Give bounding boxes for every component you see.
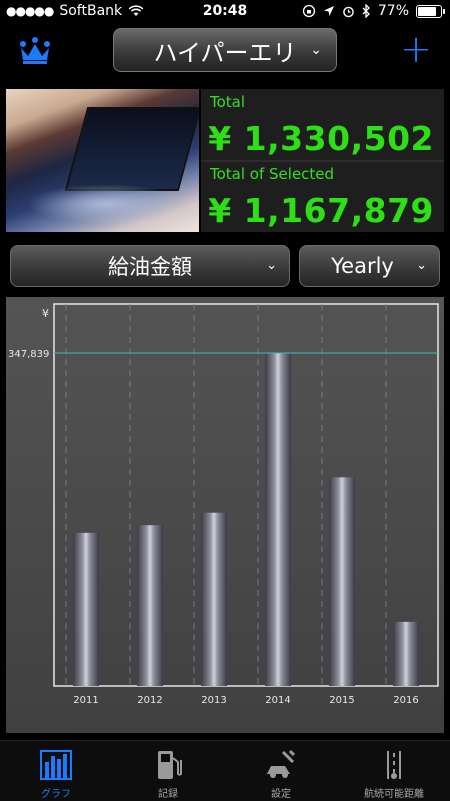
y-axis-label: ¥ xyxy=(42,307,49,320)
x-tick-label: 2011 xyxy=(73,695,98,706)
battery-percent: 77% xyxy=(377,3,409,19)
alarm-icon xyxy=(343,6,354,17)
bluetooth-icon xyxy=(362,4,370,18)
fuel-pump-icon xyxy=(158,751,182,779)
selected-label: Total of Selected xyxy=(210,165,335,183)
tab-bar: グラフ 記録 設定 航続可能距離 xyxy=(0,740,450,801)
metric-select[interactable]: 給油金額 ⌄ xyxy=(10,245,290,287)
status-right: 77% xyxy=(302,3,445,19)
bar-2016[interactable] xyxy=(393,621,419,686)
crown-icon[interactable] xyxy=(18,36,52,66)
x-tick-label: 2013 xyxy=(201,695,226,706)
tab-graph[interactable]: グラフ xyxy=(0,741,112,801)
bar-2013[interactable] xyxy=(201,512,227,686)
graph-icon xyxy=(40,750,72,780)
status-bar: ●●●●● SoftBank 20:48 77% xyxy=(0,0,450,24)
selected-value: ¥ 1,167,879 xyxy=(208,191,434,230)
x-tick-label: 2015 xyxy=(329,695,354,706)
range-icon xyxy=(387,751,401,779)
period-select[interactable]: Yearly ⌄ xyxy=(299,245,440,287)
bar-2014[interactable] xyxy=(265,353,291,686)
vehicle-name: ハイパーエリ xyxy=(153,38,297,67)
bar-chart: ¥ 347,839 2011 2012 2013 2014 2015 2016 xyxy=(8,303,439,706)
totals-divider xyxy=(201,160,444,162)
total-label: Total xyxy=(210,93,246,111)
battery-icon xyxy=(416,4,445,18)
tab-graph-label: グラフ xyxy=(41,789,71,800)
tab-records-label: 記録 xyxy=(158,789,178,800)
nav-bar: ハイパーエリ ⌄ + xyxy=(0,24,450,80)
location-icon xyxy=(323,6,334,16)
bar-2015[interactable] xyxy=(329,477,355,686)
x-tick-label: 2012 xyxy=(137,695,162,706)
tab-range-label: 航続可能距離 xyxy=(364,789,424,800)
chart-panel: ¥ 347,839 2011 2012 2013 2014 2015 2016 xyxy=(6,297,444,733)
max-value-label: 347,839 xyxy=(8,349,49,360)
chevron-down-icon: ⌄ xyxy=(266,258,277,273)
tab-settings-label: 設定 xyxy=(271,789,291,800)
bar-2011[interactable] xyxy=(73,532,99,686)
photo-window-detail xyxy=(64,107,199,191)
add-button[interactable]: + xyxy=(400,30,432,68)
period-label: Yearly xyxy=(331,254,394,278)
car-wrench-icon xyxy=(267,749,296,778)
metric-label: 給油金額 xyxy=(108,255,192,279)
tab-settings[interactable]: 設定 xyxy=(225,741,337,801)
x-tick-label: 2014 xyxy=(265,695,290,706)
totals-panel: Total ¥ 1,330,502 Total of Selected ¥ 1,… xyxy=(201,89,444,232)
x-tick-label: 2016 xyxy=(393,695,418,706)
chevron-down-icon: ⌄ xyxy=(416,258,427,273)
total-value: ¥ 1,330,502 xyxy=(208,119,434,158)
tab-records[interactable]: 記録 xyxy=(112,741,224,801)
rotation-lock-icon xyxy=(302,4,316,18)
photo-reflection xyxy=(26,184,186,224)
vehicle-select[interactable]: ハイパーエリ ⌄ xyxy=(113,28,337,72)
chevron-down-icon: ⌄ xyxy=(310,42,322,58)
tab-range[interactable]: 航続可能距離 xyxy=(338,741,450,801)
vehicle-photo[interactable] xyxy=(6,89,199,232)
bar-2012[interactable] xyxy=(137,525,163,686)
